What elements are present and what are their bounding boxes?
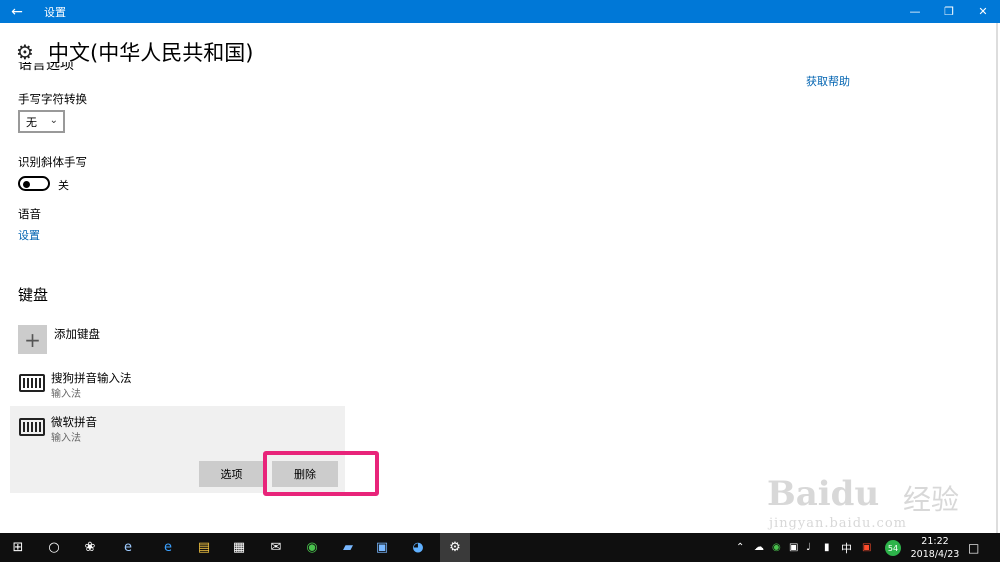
network-icon[interactable]: ▣ — [789, 533, 798, 562]
plus-icon: + — [24, 327, 41, 352]
cloud-icon[interactable]: ☁ — [754, 533, 764, 562]
mail-icon[interactable]: ✉ — [262, 533, 290, 562]
italic-handwriting-toggle[interactable] — [18, 176, 50, 191]
scrollbar[interactable] — [996, 23, 998, 533]
cortana-icon[interactable]: ○ — [40, 533, 68, 562]
tray-chevron-icon[interactable]: ⌃ — [736, 533, 744, 562]
clock-time: 21:22 — [921, 536, 949, 547]
baidu-watermark: Baidu 经验 jingyan.baidu.com — [755, 452, 995, 532]
speed-badge[interactable]: 54 — [885, 540, 901, 556]
keyboard-section-title: 键盘 — [18, 286, 49, 304]
security-icon[interactable]: ◉ — [772, 533, 781, 562]
chevron-down-icon: ⌄ — [49, 115, 58, 126]
windows-start-icon[interactable]: ⊞ — [4, 533, 32, 562]
keyboard-icon — [19, 418, 45, 436]
get-help-link[interactable]: 获取帮助 — [806, 73, 850, 89]
dropdown-value: 无 — [26, 115, 37, 129]
keyboard-item-microsoft-pinyin-sub: 输入法 — [51, 433, 81, 444]
ime-indicator[interactable]: 中 — [841, 533, 852, 562]
highlight-box — [263, 451, 379, 496]
restore-icon[interactable]: ❐ — [932, 0, 966, 23]
toggle-state-label: 关 — [58, 179, 69, 192]
file-explorer-icon[interactable]: ▤ — [190, 533, 218, 562]
battery-icon[interactable]: ▮ — [824, 533, 830, 562]
handwriting-conversion-label: 手写字符转换 — [18, 92, 87, 106]
add-keyboard-button[interactable]: + — [18, 325, 47, 354]
settings-app-icon[interactable]: ⚙ — [440, 533, 470, 562]
watermark-jingyan: 经验 — [903, 483, 960, 516]
keyboard-item-sogou-sub: 输入法 — [51, 389, 81, 400]
browser-360-icon[interactable]: ◉ — [298, 533, 326, 562]
italic-handwriting-label: 识别斜体手写 — [18, 155, 87, 169]
app-icon[interactable]: ▰ — [334, 533, 362, 562]
minimize-icon[interactable]: — — [898, 0, 932, 23]
keyboard-icon — [19, 374, 45, 392]
section-heading-cut: 语言选项 — [18, 62, 318, 74]
volume-icon[interactable]: ♩ — [806, 533, 811, 562]
window-title: 设置 — [44, 6, 66, 19]
clock[interactable]: 21:22 2018/4/23 — [906, 535, 964, 561]
ie-icon[interactable]: e — [114, 533, 142, 562]
edge-icon[interactable]: e — [154, 533, 182, 562]
watermark-brand: Baidu — [767, 474, 880, 514]
speech-label: 语音 — [18, 207, 41, 221]
toggle-knob — [23, 180, 30, 188]
taskbar: ⊞ ○ ❀ e e ▤ ▦ ✉ ◉ ▰ ▣ ◕ ⚙ ⌃ ☁ ◉ ▣ ♩ ▮ 中 … — [0, 533, 1000, 562]
gear-icon: ⚙ — [16, 40, 34, 64]
clock-date: 2018/4/23 — [910, 549, 960, 560]
keyboard-item-sogou[interactable]: 搜狗拼音输入法 — [51, 370, 132, 386]
close-icon[interactable]: ✕ — [966, 0, 1000, 23]
remote-desktop-icon[interactable]: ▣ — [368, 533, 396, 562]
watermark-url: jingyan.baidu.com — [769, 516, 907, 531]
sogou-icon[interactable]: ▣ — [862, 533, 871, 562]
speech-settings-link[interactable]: 设置 — [18, 227, 40, 243]
notification-icon[interactable]: □ — [968, 533, 979, 562]
language-options-heading: 语言选项 — [18, 62, 74, 73]
task-view-icon[interactable]: ❀ — [76, 533, 104, 562]
app-globe-icon[interactable]: ◕ — [404, 533, 432, 562]
options-button[interactable]: 选项 — [199, 461, 264, 487]
title-bar: ← 设置 — ❐ ✕ — [0, 0, 1000, 23]
handwriting-conversion-dropdown[interactable]: 无 ⌄ — [18, 110, 65, 133]
back-arrow-icon[interactable]: ← — [0, 0, 34, 23]
add-keyboard-label[interactable]: 添加键盘 — [54, 326, 100, 342]
store-icon[interactable]: ▦ — [225, 533, 253, 562]
keyboard-item-microsoft-pinyin[interactable]: 微软拼音 — [51, 414, 97, 430]
